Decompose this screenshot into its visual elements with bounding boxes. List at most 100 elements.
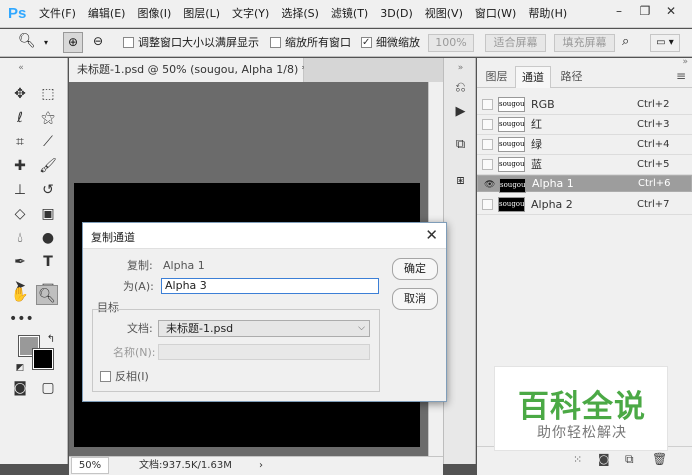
load-channel-selection-icon[interactable]: ⁙ (573, 453, 582, 466)
minimize-icon[interactable]: – (606, 2, 632, 20)
eraser-tool-icon[interactable]: ◇ (9, 204, 31, 224)
channel-name-input[interactable]: Alpha 3 (161, 278, 379, 294)
zoom-out-icon[interactable]: ⊖ (88, 32, 108, 53)
tab-channels[interactable]: 通道 (515, 66, 551, 88)
save-selection-channel-icon[interactable]: ◙ (598, 452, 610, 466)
new-channel-icon[interactable]: ⧉ (625, 452, 634, 467)
history-brush-tool-icon[interactable]: ↺ (37, 180, 59, 200)
menu-help[interactable]: 帮助(H) (528, 7, 567, 21)
zoom-tool-preset-icon[interactable]: 🔍︎ (18, 33, 36, 49)
move-tool-icon[interactable]: ✥ (9, 84, 31, 104)
chevron-down-icon[interactable]: ▾ (44, 35, 48, 51)
tab-strip-empty (304, 58, 443, 82)
close-window-icon[interactable]: ✕ (658, 2, 684, 20)
properties-panel-icon[interactable]: ⧆ (450, 171, 471, 191)
hand-icon[interactable]: ✋ (9, 285, 31, 305)
fit-screen-button[interactable]: 适合屏幕 (485, 34, 546, 52)
channel-shortcut: Ctrl+4 (637, 139, 670, 150)
search-icon[interactable]: ⌕ (622, 34, 629, 50)
visibility-toggle[interactable] (482, 199, 493, 210)
zoom-all-label: 缩放所有窗口 (285, 36, 351, 49)
visibility-toggle[interactable] (482, 99, 493, 110)
brush-tool-icon[interactable]: 🖌︎ (37, 156, 59, 176)
visibility-toggle[interactable] (482, 139, 493, 150)
menu-file[interactable]: 文件(F) (39, 7, 76, 21)
magic-wand-tool-icon[interactable]: ⚝ (37, 108, 59, 128)
edit-toolbar-icon[interactable]: ••• (9, 309, 34, 329)
invert-checkbox-box[interactable] (100, 371, 111, 382)
photoshop-window: Ps 文件(F) 编辑(E) 图像(I) 图层(L) 文字(Y) 选择(S) 滤… (0, 0, 692, 475)
blur-tool-icon[interactable]: 💧︎ (9, 228, 31, 248)
channel-row[interactable]: sougou 绿 Ctrl+4 (477, 135, 692, 155)
type-tool-icon[interactable]: T (37, 252, 59, 272)
menu-filter[interactable]: 滤镜(T) (331, 7, 368, 21)
name-input[interactable] (158, 344, 370, 360)
document-tab[interactable]: 未标题-1.psd @ 50% (sougou, Alpha 1/8) * ✕ (69, 58, 326, 82)
trash-icon[interactable]: 🗑︎ (652, 452, 667, 466)
dialog-titlebar[interactable]: 复制通道 ✕ (83, 223, 446, 249)
3d-panel-icon[interactable]: ⧉ (450, 135, 471, 155)
zoom-tool-icon[interactable]: 🔍︎ (36, 285, 58, 305)
lasso-tool-icon[interactable]: ℓ (9, 108, 31, 128)
zoom-100-button[interactable]: 100% (428, 34, 474, 52)
swap-colors-icon[interactable]: ↰ (40, 330, 62, 350)
channel-row[interactable]: sougou RGB Ctrl+2 (477, 95, 692, 115)
window-controls: – ❐ ✕ (606, 2, 684, 20)
channel-row[interactable]: 👁︎ sougou Alpha 1 Ctrl+6 (477, 175, 692, 193)
dodge-tool-icon[interactable]: ● (37, 228, 59, 248)
zoom-all-checkbox[interactable]: 缩放所有窗口 (270, 35, 351, 51)
menu-window[interactable]: 窗口(W) (475, 7, 516, 21)
watermark-logo: 百科全说 助你轻松解决 (494, 366, 668, 451)
restore-icon[interactable]: ❐ (632, 2, 658, 20)
gradient-tool-icon[interactable]: ▣ (37, 204, 59, 224)
marquee-tool-icon[interactable]: ⬚ (37, 84, 59, 104)
default-colors-icon[interactable]: ◩ (9, 358, 31, 378)
channel-row[interactable]: sougou 蓝 Ctrl+5 (477, 155, 692, 175)
visibility-toggle[interactable] (482, 159, 493, 170)
channel-row[interactable]: sougou Alpha 2 Ctrl+7 (477, 195, 692, 215)
eye-icon[interactable]: 👁︎ (483, 180, 495, 191)
menu-view[interactable]: 视图(V) (425, 7, 463, 21)
status-menu-arrow-icon[interactable]: › (259, 457, 263, 475)
collapse-arrows-icon[interactable]: « (10, 58, 32, 78)
menu-image[interactable]: 图像(I) (137, 7, 171, 21)
screen-mode-icon[interactable]: ▢ (37, 378, 59, 398)
resize-windows-checkbox[interactable]: 调整窗口大小以满屏显示 (123, 35, 259, 51)
background-color-swatch[interactable] (32, 348, 54, 370)
quick-mask-icon[interactable]: ◙ (9, 378, 31, 398)
zoom-level-field[interactable]: 50% (71, 457, 109, 474)
workspace-switcher-icon[interactable]: ▭ ▾ (650, 34, 680, 52)
document-select-value: 未标题-1.psd (166, 322, 234, 335)
channel-name: 绿 (531, 138, 542, 151)
menu-edit[interactable]: 编辑(E) (88, 7, 126, 21)
expand-arrows-icon[interactable]: » (450, 58, 471, 78)
healing-brush-tool-icon[interactable]: ✚ (9, 156, 31, 176)
document-select[interactable]: 未标题-1.psd ⌵ (158, 320, 370, 337)
tools-panel: « ✥ ⬚ ℓ ⚝ ⌗ ⟋ ✚ 🖌︎ ⊥ ↺ ◇ ▣ 💧︎ ● ✒ T ➤ ▭ … (0, 58, 68, 464)
channel-shortcut: Ctrl+7 (637, 199, 670, 210)
clone-stamp-tool-icon[interactable]: ⊥ (9, 180, 31, 200)
channel-row[interactable]: sougou 红 Ctrl+3 (477, 115, 692, 135)
menu-layer[interactable]: 图层(L) (183, 7, 220, 21)
invert-checkbox[interactable]: 反相(I) (100, 370, 149, 384)
zoom-in-icon[interactable]: ⊕ (63, 32, 83, 53)
cancel-button[interactable]: 取消 (392, 288, 438, 310)
menu-3d[interactable]: 3D(D) (380, 7, 413, 21)
eyedropper-tool-icon[interactable]: ⟋ (37, 132, 59, 152)
menu-select[interactable]: 选择(S) (281, 7, 319, 21)
crop-tool-icon[interactable]: ⌗ (9, 132, 31, 152)
watermark-title: 百科全说 (518, 389, 646, 425)
fill-screen-button[interactable]: 填充屏幕 (554, 34, 615, 52)
tab-layers[interactable]: 图层 (480, 66, 513, 88)
close-icon[interactable]: ✕ (425, 227, 438, 243)
options-bar: 🔍︎ ▾ ⊕ ⊖ 调整窗口大小以满屏显示 缩放所有窗口 细微缩放 100% 适合… (0, 29, 692, 57)
visibility-toggle[interactable] (482, 119, 493, 130)
panel-menu-icon[interactable]: ≡ (676, 69, 686, 83)
ok-button[interactable]: 确定 (392, 258, 438, 280)
history-panel-icon[interactable]: ⎌ (450, 78, 471, 98)
pen-tool-icon[interactable]: ✒ (9, 252, 31, 272)
tab-paths[interactable]: 路径 (555, 66, 588, 88)
menu-type[interactable]: 文字(Y) (232, 7, 269, 21)
actions-panel-icon[interactable]: ▶ (450, 102, 471, 122)
scrubby-zoom-checkbox[interactable]: 细微缩放 (361, 35, 420, 51)
